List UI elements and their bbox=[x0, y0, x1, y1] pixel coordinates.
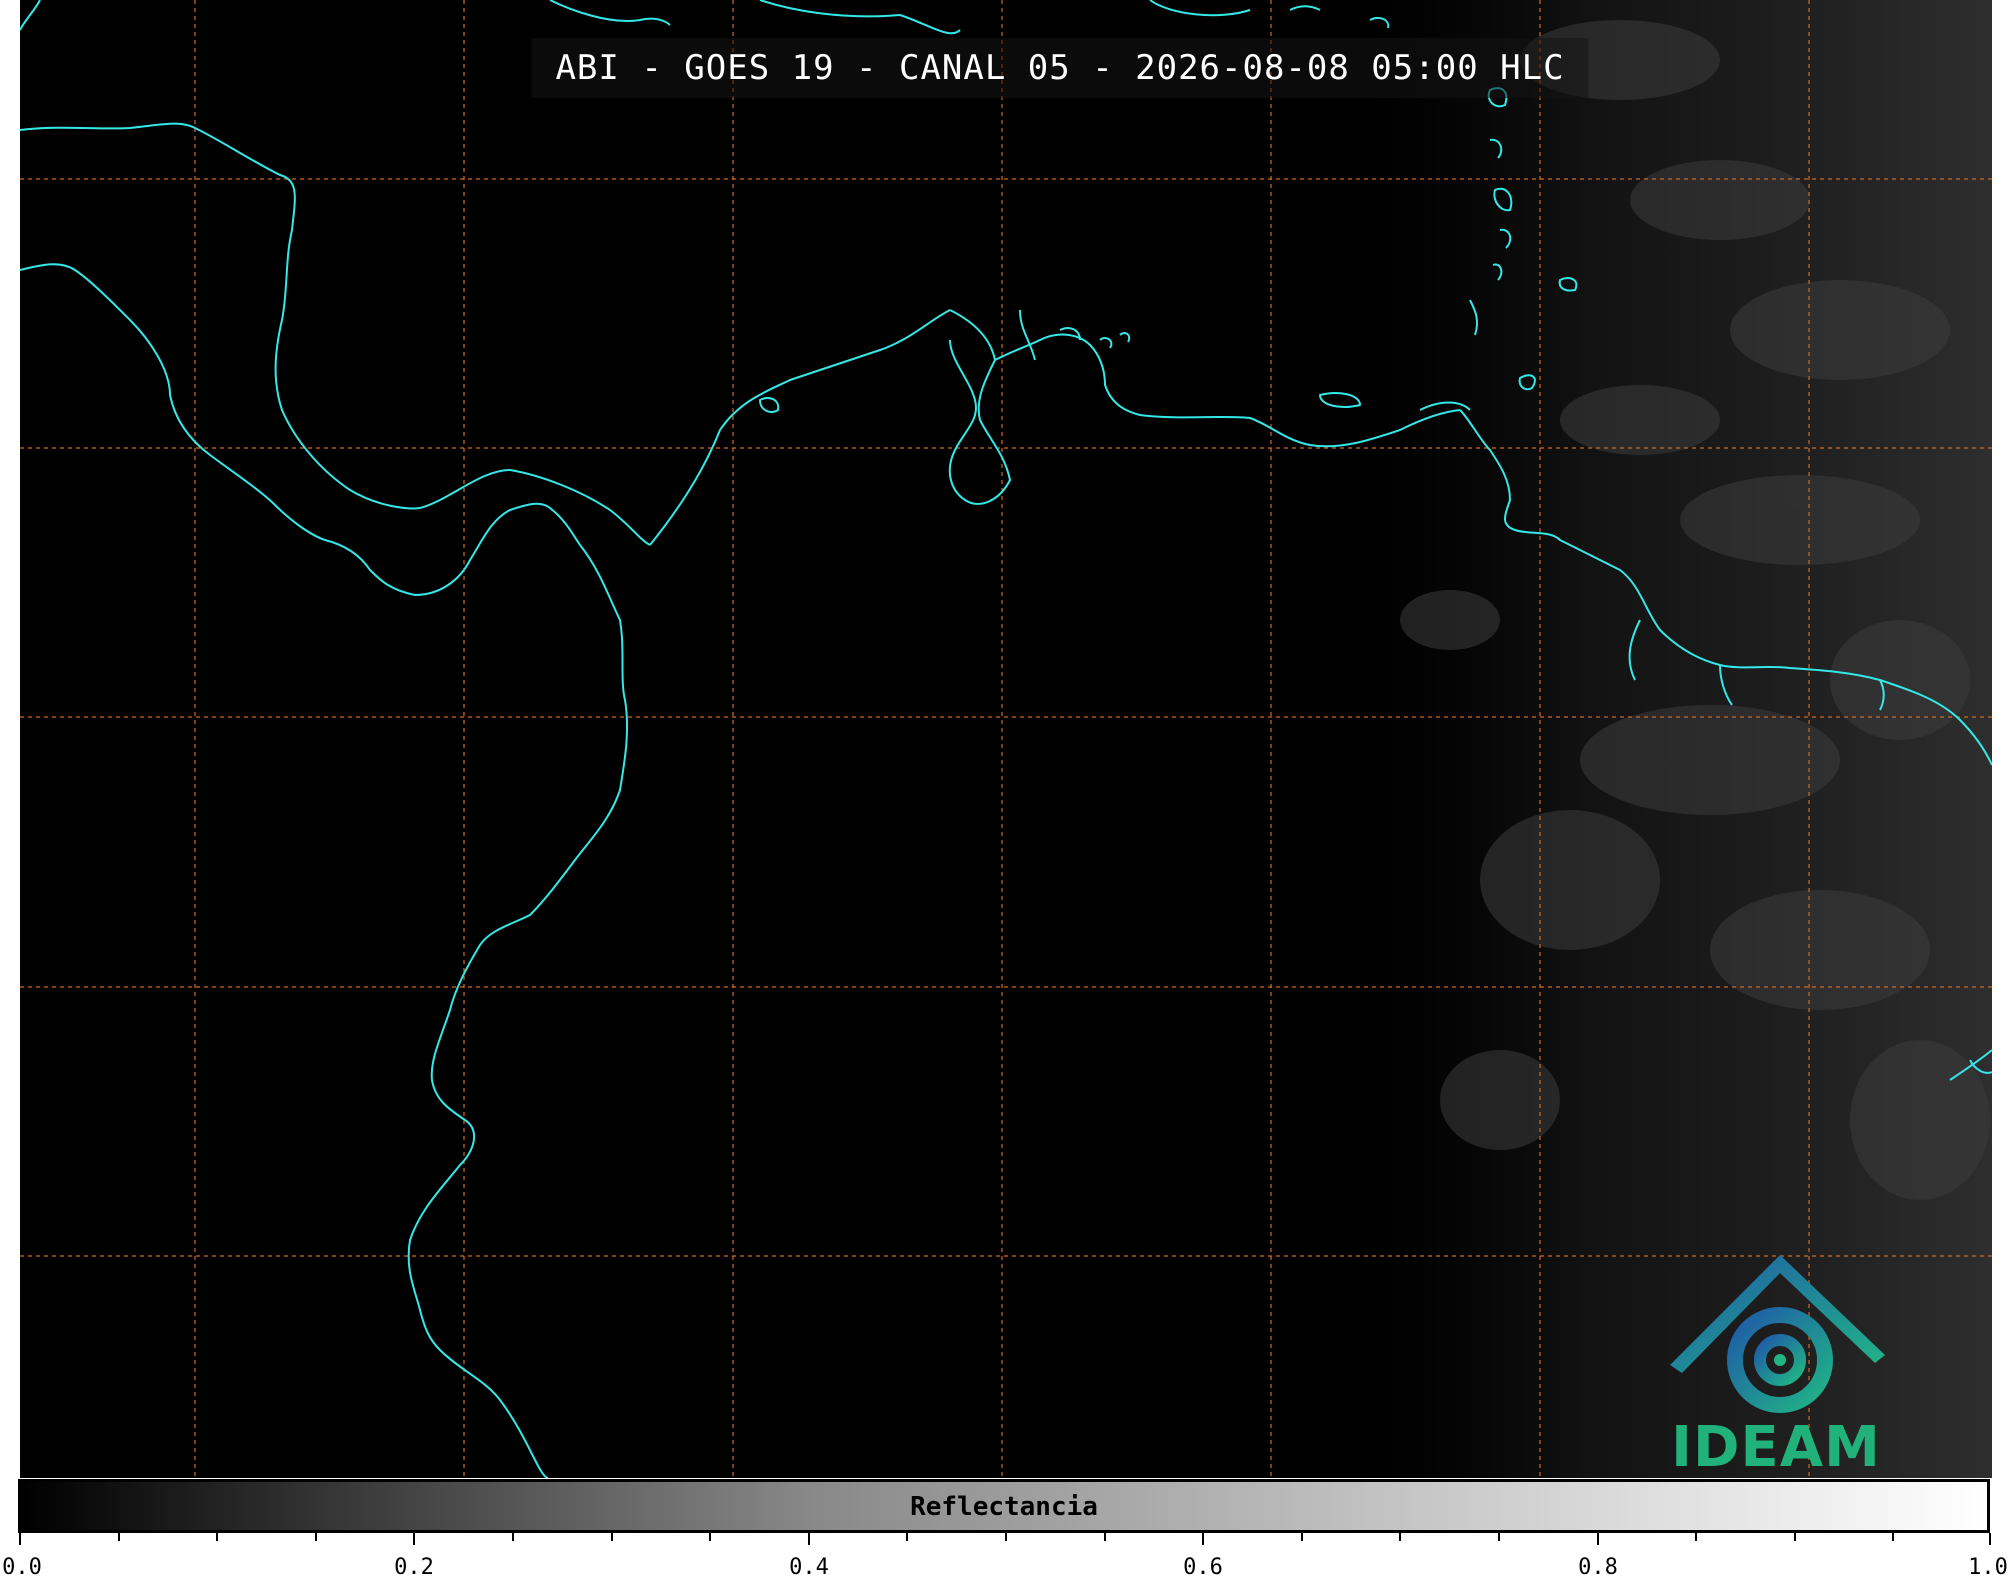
colorbar-ticks bbox=[19, 1533, 1991, 1545]
colorbar-tick-0: 0.0 bbox=[2, 1555, 42, 1577]
colorbar-tick-3: 0.6 bbox=[1183, 1555, 1223, 1577]
image-title: ABI - GOES 19 - CANAL 05 - 2026-08-08 05… bbox=[531, 38, 1589, 98]
colorbar-tick-5: 1.0 bbox=[1968, 1555, 2008, 1577]
colorbar-label: Reflectancia bbox=[910, 1492, 1098, 1522]
ideam-logo-text: IDEAM bbox=[1671, 1415, 1881, 1478]
colorbar-tick-2: 0.4 bbox=[789, 1555, 829, 1577]
colorbar-tick-4: 0.8 bbox=[1578, 1555, 1618, 1577]
satellite-image-page: ABI - GOES 19 - CANAL 05 - 2026-08-08 05… bbox=[0, 0, 2011, 1577]
colorbar: Reflectancia bbox=[18, 1479, 1990, 1533]
colorbar-tick-1: 0.2 bbox=[394, 1555, 434, 1577]
satellite-map[interactable]: ABI - GOES 19 - CANAL 05 - 2026-08-08 05… bbox=[20, 0, 1992, 1478]
